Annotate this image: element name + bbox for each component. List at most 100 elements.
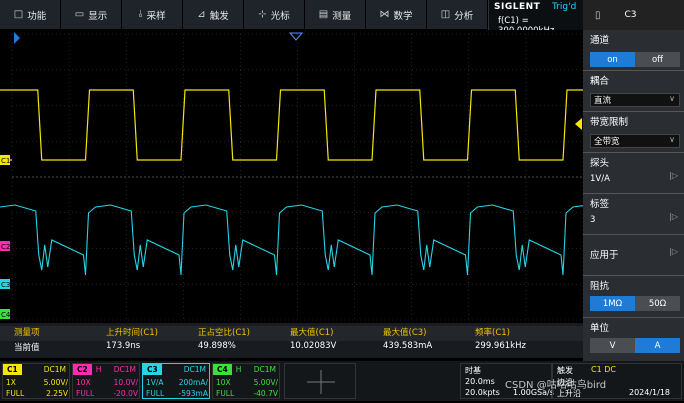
unit-v-option[interactable]: V	[590, 338, 635, 353]
probe-label: 探头	[590, 158, 610, 169]
impedance-50-option[interactable]: 50Ω	[635, 296, 680, 311]
timebase-points: 20.0kpts	[465, 388, 500, 397]
channel-box-c1[interactable]: C1 DC1M 1X 5.00V/FULL 2.25V	[2, 363, 70, 399]
channel-badge: C1	[3, 364, 22, 375]
chevron-right-icon: |▷	[669, 247, 678, 256]
menu-acquire-label: 采样	[146, 10, 166, 22]
off-option[interactable]: off	[635, 52, 680, 67]
status-bar: C1 DC1M 1X 5.00V/FULL 2.25V C2 H DC1M 10X 10.0V/F…	[0, 361, 684, 401]
side-title: ▯ C3	[583, 0, 684, 30]
math-icon: ⋈	[379, 9, 390, 20]
impedance-toggle[interactable]: 1MΩ 50Ω	[590, 296, 680, 311]
chevron-right-icon: |▷	[669, 171, 678, 180]
channel-coupling: DC1M	[43, 365, 66, 374]
menu-function[interactable]: □ 功能	[0, 0, 61, 29]
display-icon: ▭	[74, 9, 85, 20]
menu-trigger[interactable]: ⊿ 触发	[183, 0, 244, 29]
menu-cursor[interactable]: ⊹ 光标	[244, 0, 305, 29]
bandwidth-section: 带宽限制 全带宽 ∨	[583, 112, 684, 152]
channel-box-c4[interactable]: C4 H DC1M 10X 5.00V/FULL -40.7V	[212, 363, 280, 399]
measure-header-0: 测量项	[14, 328, 40, 338]
channel-side-panel: 通道 on off 耦合 直流 ∨ 带宽限制 全带宽 ∨ 探头 1V/A |▷ 标签…	[583, 30, 684, 361]
menu-bar: □ 功能 ▭ 显示 ⫰ 采样 ⊿ 触发 ⊹ 光标 ▤ 测量 ⋈ 数学 ◫ 分析	[0, 0, 488, 30]
trigger-box[interactable]: 触发 C1 DC 边沿 上升沿 2024/1/18 CSDN @咕咕咕鸟bird	[505, 363, 682, 399]
channel-coupling: DC1M	[253, 365, 276, 374]
trigger-source: C1 DC	[591, 365, 616, 374]
menu-math-label: 数学	[393, 10, 413, 22]
channel-section: 通道 on off	[583, 30, 684, 70]
trigger-status: Trig'd	[552, 2, 577, 12]
measure-value-5: 299.961kHz	[475, 341, 526, 351]
menu-measure[interactable]: ▤ 测量	[305, 0, 366, 29]
c2-marker-label: C2	[1, 243, 10, 251]
channel-probe: 1X	[6, 378, 16, 387]
channel-scale: 200mA/	[178, 378, 208, 387]
waveform-display[interactable]: C1 C2 C3 C4	[0, 30, 684, 323]
trigger-level-icon[interactable]	[575, 118, 582, 130]
channel-coupling: DC1M	[113, 365, 136, 374]
menu-analysis[interactable]: ◫ 分析	[427, 0, 488, 29]
measurement-header-row: 测量项 上升时间(C1) 正占空比(C1) 最大值(C1) 最大值(C3) 频率(C1)	[0, 326, 583, 341]
menu-acquire[interactable]: ⫰ 采样	[122, 0, 183, 29]
menu-analysis-label: 分析	[454, 10, 474, 22]
waveform-svg: C1 C2 C3 C4	[0, 32, 684, 321]
unit-label: 单位	[590, 323, 610, 334]
measure-header-1: 上升时间(C1)	[106, 328, 158, 338]
channel-offset: -20.0V	[113, 389, 138, 398]
on-option[interactable]: on	[590, 52, 635, 67]
menu-math[interactable]: ⋈ 数学	[366, 0, 427, 29]
channel-scale: 5.00V/	[253, 378, 278, 387]
channel-scale: 10.0V/	[113, 378, 138, 387]
side-title-text: C3	[624, 10, 637, 20]
bandwidth-select[interactable]: 全带宽 ∨	[590, 134, 680, 148]
menu-display-label: 显示	[88, 10, 108, 22]
document-icon: ▯	[595, 9, 601, 21]
channel-box-c3[interactable]: C3 DC1M 1V/A 200mA/FULL -593mA	[142, 363, 210, 399]
tag-value: 3	[590, 215, 596, 225]
measure-header-4: 最大值(C3)	[383, 328, 427, 338]
impedance-section: 阻抗 1MΩ 50Ω	[583, 276, 684, 316]
unit-toggle[interactable]: V A	[590, 338, 680, 353]
channel-toggle[interactable]: on off	[590, 52, 680, 67]
measure-value-2: 49.898%	[198, 341, 236, 351]
coupling-section: 耦合 直流 ∨	[583, 71, 684, 111]
impedance-1m-option[interactable]: 1MΩ	[590, 296, 635, 311]
bandwidth-label: 带宽限制	[590, 117, 629, 128]
analysis-icon: ◫	[440, 9, 451, 20]
channel-probe: 10X	[216, 378, 231, 387]
channel-full: FULL	[6, 389, 25, 398]
measurement-panel: 测量项 上升时间(C1) 正占空比(C1) 最大值(C1) 最大值(C3) 频率(C1) …	[0, 323, 583, 358]
measurement-value-row: 当前值 173.9ns 49.898% 10.02083V 439.583mA 299.9…	[0, 341, 583, 356]
menu-trigger-label: 触发	[209, 10, 229, 22]
coupling-select[interactable]: 直流 ∨	[590, 93, 680, 107]
cursor-icon: ⊹	[258, 9, 267, 20]
coupling-value: 直流	[594, 96, 612, 106]
menu-display[interactable]: ▭ 显示	[61, 0, 122, 29]
chevron-down-icon: ∨	[669, 94, 675, 103]
zoom-box[interactable]	[284, 363, 356, 399]
bw-flag: H	[235, 365, 242, 374]
c3-waveform	[0, 204, 684, 276]
c3-marker-label: C3	[1, 281, 10, 289]
channel-scale: 5.00V/	[43, 378, 68, 387]
tag-label: 标签	[590, 199, 610, 210]
bw-flag: H	[95, 365, 102, 374]
channel-coupling: DC1M	[183, 365, 206, 374]
probe-section[interactable]: 探头 1V/A |▷	[583, 153, 684, 193]
unit-section: 单位 V A	[583, 318, 684, 361]
menu-measure-label: 测量	[332, 10, 352, 22]
brand-logo: SIGLENT	[494, 2, 541, 12]
channel-probe: 1V/A	[146, 378, 164, 387]
tag-section[interactable]: 标签 3 |▷	[583, 194, 684, 234]
trigger-icon: ⊿	[197, 9, 206, 20]
apply-section[interactable]: 应用于 |▷	[583, 235, 684, 275]
channel-label: 通道	[590, 35, 610, 46]
channel-badge: C2	[73, 364, 92, 375]
unit-a-option[interactable]: A	[635, 338, 680, 353]
channel-full: FULL	[216, 389, 235, 398]
chevron-right-icon: |▷	[669, 212, 678, 221]
brand-panel: SIGLENT Trig'd f(C1) = 300.0000kHz	[488, 0, 583, 36]
measure-value-1: 173.9ns	[106, 341, 141, 351]
c1-waveform	[0, 89, 684, 161]
channel-box-c2[interactable]: C2 H DC1M 10X 10.0V/FULL -20.0V	[72, 363, 140, 399]
